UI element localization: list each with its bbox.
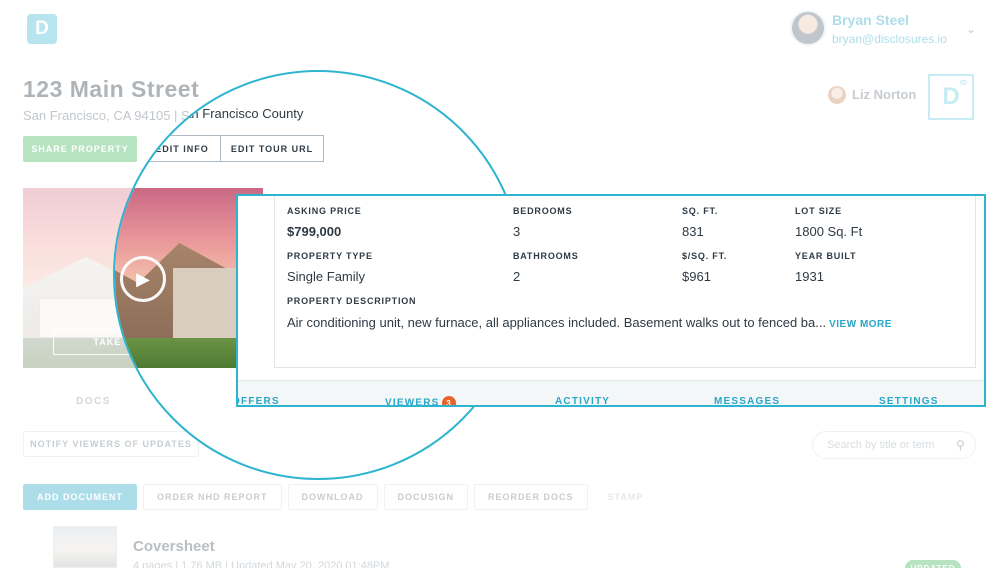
- magnifier-panel: ASKING PRICE $799,000 BEDROOMS 3 SQ. FT.…: [236, 194, 986, 407]
- magnifier-panel-content: ASKING PRICE $799,000 BEDROOMS 3 SQ. FT.…: [238, 196, 984, 407]
- bathrooms-value: 2: [513, 269, 521, 284]
- viewers-count-badge: 3: [441, 396, 456, 405]
- edit-info-button[interactable]: EDIT INFO: [143, 135, 221, 162]
- tab-bar: [238, 380, 984, 405]
- tab-viewers[interactable]: VIEWERS 3: [385, 396, 456, 407]
- tab-messages[interactable]: MESSAGES: [714, 396, 780, 405]
- description-label: PROPERTY DESCRIPTION: [287, 296, 417, 306]
- tab-activity[interactable]: ACTIVITY: [555, 396, 610, 405]
- sqft-value: 831: [682, 224, 704, 239]
- view-more-link[interactable]: VIEW MORE: [829, 319, 892, 330]
- magnifier-overlay: 123 Main Street 4105 | San Francisco Cou…: [0, 0, 1000, 568]
- property-description: Air conditioning unit, new furnace, all …: [287, 315, 892, 330]
- price-per-sqft-label: $/SQ. FT.: [682, 251, 728, 261]
- description-text: Air conditioning unit, new furnace, all …: [287, 315, 827, 330]
- property-address-magnified: 4105 | San Francisco County: [136, 106, 304, 121]
- tab-offers[interactable]: OFFERS: [238, 396, 280, 405]
- bedrooms-label: BEDROOMS: [513, 206, 573, 216]
- bathrooms-label: BATHROOMS: [513, 251, 579, 261]
- property-details-card: ASKING PRICE $799,000 BEDROOMS 3 SQ. FT.…: [274, 196, 976, 368]
- asking-price-value: $799,000: [287, 224, 342, 239]
- tab-viewers-label: VIEWERS: [385, 397, 440, 407]
- year-built-value: 1931: [795, 269, 824, 284]
- sqft-label: SQ. FT.: [682, 206, 719, 216]
- property-type-label: PROPERTY TYPE: [287, 251, 373, 261]
- price-per-sqft-value: $961: [682, 269, 711, 284]
- page-title-magnified: 123 Main Street: [115, 76, 200, 102]
- play-icon[interactable]: ▶: [120, 256, 166, 302]
- share-property-button-magnified[interactable]: SHARE PROPERTY: [115, 136, 137, 162]
- bedrooms-value: 3: [513, 224, 521, 239]
- tab-settings[interactable]: SETTINGS: [879, 396, 939, 405]
- edit-tour-url-button[interactable]: EDIT TOUR URL: [220, 135, 324, 162]
- year-built-label: YEAR BUILT: [795, 251, 857, 261]
- lot-size-value: 1800 Sq. Ft: [795, 224, 863, 239]
- asking-price-label: ASKING PRICE: [287, 206, 362, 216]
- lot-size-label: LOT SIZE: [795, 206, 842, 216]
- property-type-value: Single Family: [287, 269, 366, 284]
